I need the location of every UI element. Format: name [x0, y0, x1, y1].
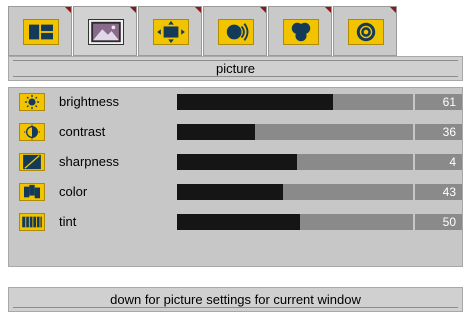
setting-label: brightness [59, 94, 119, 109]
tab-screen-size[interactable] [138, 6, 202, 56]
sharpness-slider[interactable] [177, 154, 413, 170]
layout-icon [23, 19, 59, 45]
audio-icon [218, 19, 254, 45]
contrast-icon [19, 123, 45, 141]
color-slider[interactable] [177, 184, 413, 200]
divider [13, 76, 458, 77]
source-icon [348, 19, 384, 45]
tab-corner-marker [260, 7, 266, 13]
slider-fill [177, 94, 333, 110]
slider-fill [177, 214, 300, 230]
page-title-bar: picture [8, 56, 463, 81]
setting-row-sharpness[interactable]: sharpness 4 [9, 151, 464, 173]
setting-label: contrast [59, 124, 106, 139]
setting-label: tint [59, 214, 77, 229]
tab-strip [8, 6, 398, 56]
help-text: down for picture settings for current wi… [110, 292, 361, 307]
tab-corner-marker [390, 7, 396, 13]
tab-audio[interactable] [203, 6, 267, 56]
slider-fill [177, 124, 255, 140]
setting-value: 43 [415, 184, 462, 200]
tab-corner-marker [325, 7, 331, 13]
setting-value: 61 [415, 94, 462, 110]
setting-value: 36 [415, 124, 462, 140]
setting-value: 50 [415, 214, 462, 230]
tab-color[interactable] [268, 6, 332, 56]
slider-fill [177, 154, 298, 170]
divider [13, 307, 458, 308]
color-icon [19, 183, 45, 201]
brightness-icon [19, 93, 45, 111]
setting-row-contrast[interactable]: contrast 36 [9, 121, 464, 143]
contrast-slider[interactable] [177, 124, 413, 140]
help-bar: down for picture settings for current wi… [8, 287, 463, 312]
tab-source[interactable] [333, 6, 397, 56]
tab-corner-marker [195, 7, 201, 13]
tab-corner-marker [65, 7, 71, 13]
setting-label: color [59, 184, 88, 199]
tint-slider[interactable] [177, 214, 413, 230]
tint-icon [19, 213, 45, 231]
setting-value: 4 [415, 154, 462, 170]
color-icon [283, 19, 319, 45]
brightness-slider[interactable] [177, 94, 413, 110]
setting-row-tint[interactable]: tint 50 [9, 211, 464, 233]
slider-fill [177, 184, 284, 200]
sharpness-icon [19, 153, 45, 171]
setting-row-brightness[interactable]: brightness 61 [9, 91, 464, 113]
setting-row-color[interactable]: color 43 [9, 181, 464, 203]
setting-label: sharpness [59, 154, 119, 169]
tab-picture[interactable] [73, 6, 137, 56]
tab-corner-marker [130, 7, 136, 13]
page-title: picture [215, 61, 256, 76]
screen-size-icon [153, 19, 189, 45]
tab-layout[interactable] [8, 6, 72, 56]
settings-panel: brightness 61 contrast 36 sharpness 4 co… [8, 87, 463, 267]
picture-icon [88, 19, 124, 45]
